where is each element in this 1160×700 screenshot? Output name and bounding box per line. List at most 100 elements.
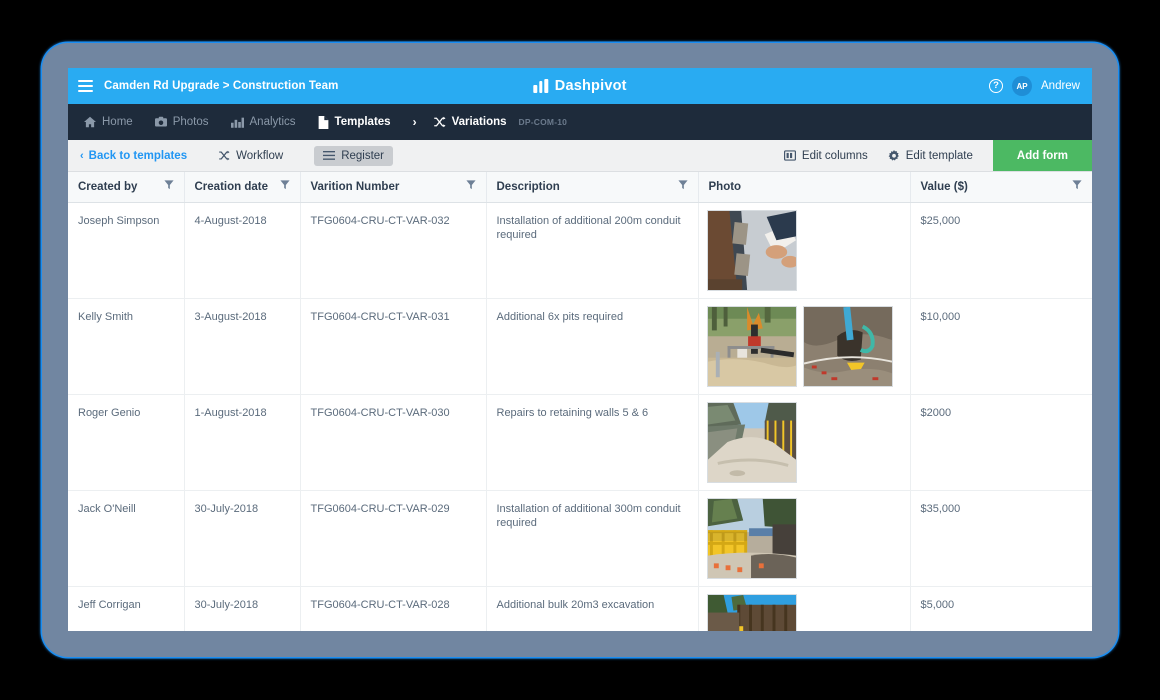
nav-item-label: Analytics xyxy=(249,116,296,128)
photo-retaining-wall-haul-road[interactable] xyxy=(706,401,797,483)
header-actions: ? AP Andrew xyxy=(989,76,1080,96)
column-label: Creation date xyxy=(194,180,269,193)
photo-yellow-barriers-site[interactable] xyxy=(706,497,797,579)
photo-excavator-trench-work[interactable] xyxy=(706,305,797,387)
column-label: Created by xyxy=(78,180,138,193)
table-row[interactable]: Jack O'Neill 30-July-2018 TFG0604-CRU-CT… xyxy=(68,490,1092,587)
cell-description: Additional bulk 20m3 excavation xyxy=(486,586,699,631)
edit-columns-button[interactable]: Edit columns xyxy=(783,149,868,162)
photo-list xyxy=(699,395,910,490)
username-label[interactable]: Andrew xyxy=(1041,80,1080,92)
help-icon[interactable]: ? xyxy=(989,79,1003,93)
cell-value: $10,000 xyxy=(910,298,1092,395)
nav-item-home[interactable]: Home xyxy=(84,116,133,128)
nav-item-label: Variations xyxy=(451,116,507,128)
photo-list xyxy=(699,299,910,394)
cell-created-by: Jack O'Neill xyxy=(68,490,185,587)
back-to-templates-button[interactable]: ‹ Back to templates xyxy=(80,150,187,162)
filter-icon[interactable] xyxy=(465,180,476,193)
cell-photo[interactable] xyxy=(698,586,911,631)
photo-list xyxy=(699,587,910,631)
device-bezel: Camden Rd Upgrade > Construction Team Da… xyxy=(42,43,1118,657)
photo-rock-trench-conduit[interactable] xyxy=(802,305,893,387)
cell-variation-number: TFG0604-CRU-CT-VAR-030 xyxy=(300,394,487,491)
cell-value: $2000 xyxy=(910,394,1092,491)
cell-photo[interactable] xyxy=(698,202,911,299)
column-header-variation-number[interactable]: Varition Number xyxy=(300,172,487,203)
list-icon xyxy=(323,150,336,161)
document-icon xyxy=(318,115,329,129)
shuffle-icon xyxy=(218,150,230,161)
cell-photo[interactable] xyxy=(698,298,911,395)
cell-photo[interactable] xyxy=(698,490,911,587)
column-label: Photo xyxy=(708,180,742,193)
brand: Dashpivot xyxy=(533,78,627,94)
brand-name: Dashpivot xyxy=(554,78,627,94)
photo-list xyxy=(699,491,910,586)
register-table: Created by Creation date Varition Number… xyxy=(68,172,1092,631)
shuffle-icon xyxy=(433,116,446,128)
nav-item-analytics[interactable]: Analytics xyxy=(230,116,296,128)
cell-variation-number: TFG0604-CRU-CT-VAR-028 xyxy=(300,586,487,631)
cell-creation-date: 1-August-2018 xyxy=(184,394,301,491)
add-form-button[interactable]: Add form xyxy=(992,140,1092,171)
photo-timber-formwork-inspection[interactable] xyxy=(706,209,797,291)
nav-item-variations[interactable]: Variations DP-COM-10 xyxy=(433,116,568,128)
hamburger-icon[interactable] xyxy=(78,80,93,92)
column-label: Varition Number xyxy=(310,180,400,193)
bar-chart-icon xyxy=(230,116,244,128)
edit-columns-label: Edit columns xyxy=(801,149,868,162)
cell-created-by: Joseph Simpson xyxy=(68,202,185,299)
cell-created-by: Jeff Corrigan xyxy=(68,586,185,631)
table-row[interactable]: Kelly Smith 3-August-2018 TFG0604-CRU-CT… xyxy=(68,298,1092,395)
nav-item-code: DP-COM-10 xyxy=(518,117,568,127)
table-row[interactable]: Joseph Simpson 4-August-2018 TFG0604-CRU… xyxy=(68,202,1092,299)
filter-icon[interactable] xyxy=(1072,180,1082,193)
edit-template-button[interactable]: Edit template xyxy=(888,149,973,162)
column-header-value[interactable]: Value ($) xyxy=(910,172,1092,203)
cell-value: $5,000 xyxy=(910,586,1092,631)
cell-creation-date: 3-August-2018 xyxy=(184,298,301,395)
page-toolbar: ‹ Back to templates Workflow Register Ed… xyxy=(68,140,1092,172)
column-header-creation-date[interactable]: Creation date xyxy=(184,172,301,203)
table-body: Joseph Simpson 4-August-2018 TFG0604-CRU… xyxy=(68,202,1092,631)
cell-variation-number: TFG0604-CRU-CT-VAR-029 xyxy=(300,490,487,587)
nav-item-templates[interactable]: Templates xyxy=(318,115,391,129)
cell-description: Repairs to retaining walls 5 & 6 xyxy=(486,394,699,491)
column-header-description[interactable]: Description xyxy=(486,172,699,203)
app-header: Camden Rd Upgrade > Construction Team Da… xyxy=(68,68,1092,104)
column-header-photo[interactable]: Photo xyxy=(698,172,911,203)
tab-register[interactable]: Register xyxy=(314,145,394,166)
cell-creation-date: 30-July-2018 xyxy=(184,586,301,631)
column-label: Description xyxy=(496,180,560,193)
cell-description: Installation of additional 300m conduit … xyxy=(486,490,699,587)
cell-value: $25,000 xyxy=(910,202,1092,299)
cell-variation-number: TFG0604-CRU-CT-VAR-031 xyxy=(300,298,487,395)
tab-workflow-label: Workflow xyxy=(236,149,284,162)
cell-value: $35,000 xyxy=(910,490,1092,587)
nav-item-photos[interactable]: Photos xyxy=(154,116,209,128)
avatar[interactable]: AP xyxy=(1012,76,1032,96)
nav-item-label: Templates xyxy=(334,116,391,128)
filter-icon[interactable] xyxy=(677,180,688,193)
app-screen: Camden Rd Upgrade > Construction Team Da… xyxy=(68,68,1092,631)
bar-chart-logo-icon xyxy=(533,79,548,93)
cell-variation-number: TFG0604-CRU-CT-VAR-032 xyxy=(300,202,487,299)
photo-bulldozer-timber-wall[interactable] xyxy=(706,593,797,631)
column-header-created-by[interactable]: Created by xyxy=(68,172,185,203)
register-table-container[interactable]: Created by Creation date Varition Number… xyxy=(68,172,1092,631)
filter-icon[interactable] xyxy=(163,180,174,193)
table-row[interactable]: Roger Genio 1-August-2018 TFG0604-CRU-CT… xyxy=(68,394,1092,491)
tab-workflow[interactable]: Workflow xyxy=(209,146,292,166)
edit-template-label: Edit template xyxy=(905,149,973,162)
column-label: Value ($) xyxy=(920,180,968,193)
breadcrumb-project[interactable]: Camden Rd Upgrade > Construction Team xyxy=(104,80,338,92)
cell-creation-date: 30-July-2018 xyxy=(184,490,301,587)
nav-item-label: Photos xyxy=(172,116,209,128)
home-icon xyxy=(84,116,96,128)
filter-icon[interactable] xyxy=(279,180,290,193)
camera-icon xyxy=(154,116,167,128)
cell-photo[interactable] xyxy=(698,394,911,491)
columns-icon xyxy=(783,150,796,161)
table-row[interactable]: Jeff Corrigan 30-July-2018 TFG0604-CRU-C… xyxy=(68,586,1092,631)
